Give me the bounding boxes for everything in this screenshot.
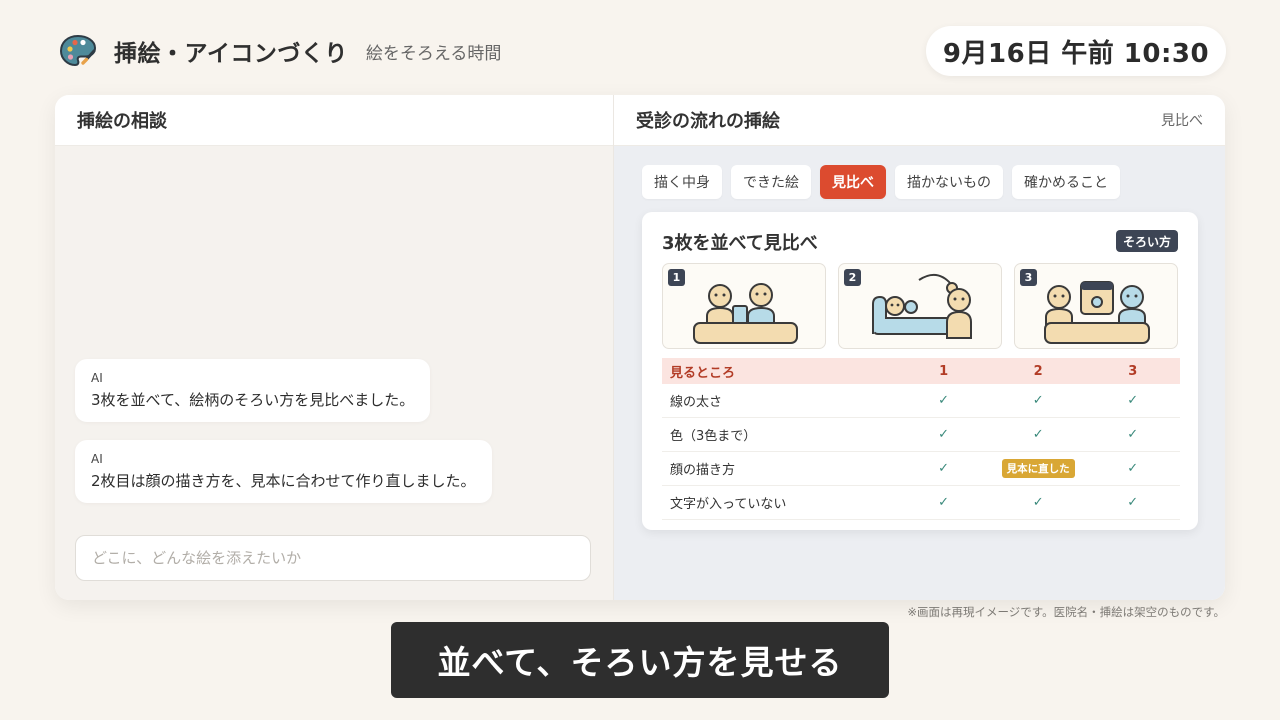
fixed-badge: 見本に直した: [1001, 459, 1075, 478]
thumbnail-number: 1: [668, 269, 685, 286]
illustration-thumbnail-2[interactable]: 2: [838, 263, 1002, 349]
tab-excluded[interactable]: 描かないもの: [895, 165, 1003, 199]
palette-icon: [59, 34, 97, 67]
check-icon: ✓: [938, 427, 950, 442]
compare-link[interactable]: 見比べ: [1161, 110, 1203, 130]
message-text: 2枚目は顔の描き方を、見本に合わせて作り直しました。: [91, 472, 476, 490]
tab-checks[interactable]: 確かめること: [1012, 165, 1120, 199]
main-panel: 挿絵の相談 AI 3枚を並べて、絵柄のそろい方を見比べました。 AI 2枚目は顔…: [55, 95, 1225, 600]
caption-banner: 並べて、そろい方を見せる: [391, 622, 889, 698]
table-header-row: 見るところ 1 2 3: [662, 358, 1180, 384]
illustration-pane-header: 受診の流れの挿絵 見比べ: [614, 95, 1225, 146]
row-label: 顔の描き方: [662, 451, 897, 486]
disclaimer: ※画面は再現イメージです。医院名・挿絵は架空のものです。: [907, 605, 1225, 619]
chat-pane-title: 挿絵の相談: [77, 111, 167, 132]
check-icon: ✓: [1127, 393, 1139, 408]
check-icon: ✓: [1127, 427, 1139, 442]
row-label: 文字が入っていない: [662, 485, 897, 520]
check-icon: ✓: [1127, 461, 1139, 476]
chat-pane: 挿絵の相談 AI 3枚を並べて、絵柄のそろい方を見比べました。 AI 2枚目は顔…: [55, 95, 614, 600]
comparison-table: 見るところ 1 2 3 線の太さ ✓ ✓ ✓ 色（3色まで） ✓ ✓ ✓ 顔の描…: [662, 358, 1180, 520]
chat-input[interactable]: [75, 535, 591, 581]
app-header: 挿絵・アイコンづくり 絵をそろえる時間: [58, 28, 501, 74]
app-title: 挿絵・アイコンづくり: [114, 41, 348, 67]
chat-message: AI 3枚を並べて、絵柄のそろい方を見比べました。: [75, 359, 431, 422]
thumbnail-number: 2: [844, 269, 861, 286]
tab-compare[interactable]: 見比べ: [820, 165, 886, 199]
tab-bar: 描く中身 できた絵 見比べ 描かないもの 確かめること: [642, 165, 1120, 199]
tab-content[interactable]: 描く中身: [642, 165, 722, 199]
two-people-at-desk-illustration: [693, 283, 798, 344]
table-row: 文字が入っていない ✓ ✓ ✓: [662, 485, 1180, 520]
column-header: 3: [1085, 358, 1180, 384]
table-row: 色（3色まで） ✓ ✓ ✓: [662, 417, 1180, 452]
thumbnail-number: 3: [1020, 269, 1037, 286]
check-icon: ✓: [938, 393, 950, 408]
column-header: 見るところ: [662, 358, 897, 384]
check-icon: ✓: [1032, 495, 1044, 510]
column-header: 1: [896, 358, 991, 384]
card-title: 3枚を並べて見比べ: [662, 233, 818, 254]
message-sender: AI: [91, 452, 103, 466]
chat-message: AI 2枚目は顔の描き方を、見本に合わせて作り直しました。: [75, 440, 492, 503]
people-with-monitor-illustration: [1044, 281, 1150, 344]
message-sender: AI: [91, 371, 103, 385]
check-icon: ✓: [1032, 427, 1044, 442]
table-row: 線の太さ ✓ ✓ ✓: [662, 384, 1180, 418]
illustration-pane: 受診の流れの挿絵 見比べ 描く中身 できた絵 見比べ 描かないもの 確かめること…: [614, 95, 1225, 600]
row-label: 色（3色まで）: [662, 417, 897, 452]
chat-pane-header: 挿絵の相談: [55, 95, 613, 146]
illustration-thumbnail-3[interactable]: 3: [1014, 263, 1178, 349]
check-icon: ✓: [1127, 495, 1139, 510]
row-label: 線の太さ: [662, 384, 897, 418]
illustration-pane-title: 受診の流れの挿絵: [636, 111, 780, 132]
check-icon: ✓: [1032, 393, 1044, 408]
illustration-thumbnail-1[interactable]: 1: [662, 263, 826, 349]
message-text: 3枚を並べて、絵柄のそろい方を見比べました。: [91, 391, 415, 409]
tab-finished[interactable]: できた絵: [731, 165, 811, 199]
table-row: 顔の描き方 ✓ 見本に直した ✓: [662, 451, 1180, 486]
compare-card: 3枚を並べて見比べ そろい方 1 2 3 見るところ 1 2 3 線の太さ ✓ …: [642, 212, 1198, 530]
app-subtitle: 絵をそろえる時間: [365, 43, 502, 64]
check-icon: ✓: [938, 495, 950, 510]
check-icon: ✓: [938, 461, 950, 476]
clock: 9月16日 午前 10:30: [926, 26, 1226, 76]
card-badge: そろい方: [1115, 230, 1178, 252]
patient-lying-illustration: [872, 273, 972, 339]
column-header: 2: [990, 358, 1086, 384]
